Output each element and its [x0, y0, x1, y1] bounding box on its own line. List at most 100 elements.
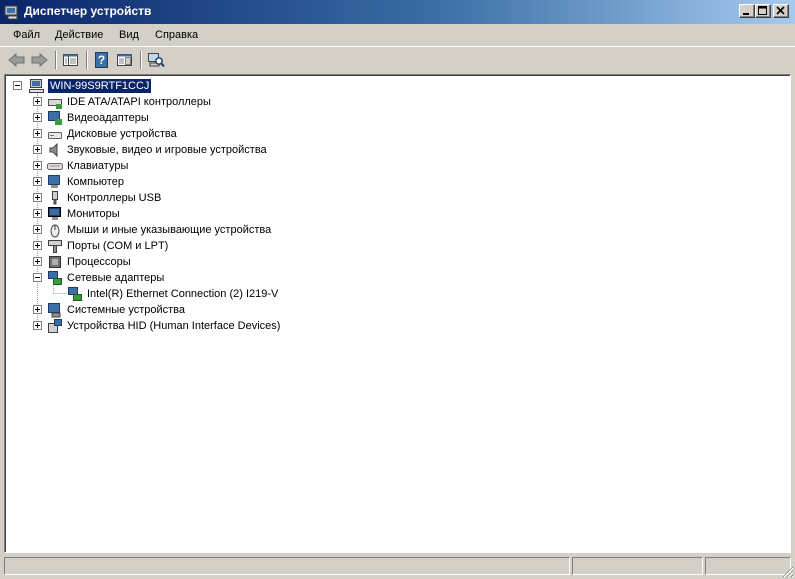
device-manager-app-icon [4, 4, 20, 20]
status-panel-2 [572, 557, 703, 575]
category-label: Звуковые, видео и игровые устройства [67, 144, 267, 156]
menu-action[interactable]: Действие [55, 29, 103, 41]
tree-category-node[interactable]: Контроллеры USB [32, 190, 332, 206]
plus-box-icon [33, 209, 42, 218]
tree-category-node[interactable]: Порты (COM и LPT) [32, 238, 332, 254]
minimize-button[interactable] [739, 4, 755, 18]
status-panel-3 [705, 557, 791, 575]
plus-box-icon [33, 129, 42, 138]
properties-button[interactable] [114, 50, 136, 70]
speaker-icon [47, 142, 63, 158]
category-label: Процессоры [67, 256, 131, 268]
tree-category-node[interactable]: Мониторы [32, 206, 332, 222]
category-label: Мониторы [67, 208, 120, 220]
plus-box-icon [33, 257, 42, 266]
category-label: Дисковые устройства [67, 128, 177, 140]
expand-toggle[interactable] [33, 145, 42, 157]
expand-toggle[interactable] [33, 209, 42, 221]
tree-category-node[interactable]: Мыши и иные указывающие устройства [32, 222, 332, 238]
category-label: Системные устройства [67, 304, 186, 316]
category-label: Сетевые адаптеры [67, 272, 165, 284]
category-label: Устройства HID (Human Interface Devices) [67, 320, 281, 332]
computer-root-icon [29, 78, 45, 94]
tree-category-node[interactable]: Дисковые устройства [32, 126, 332, 142]
tree-category-node[interactable]: Системные устройства [32, 302, 332, 318]
minus-box-icon [13, 81, 22, 90]
expand-toggle[interactable] [33, 273, 42, 285]
menu-view[interactable]: Вид [119, 29, 139, 41]
toolbar-separator [140, 51, 142, 69]
forward-button[interactable] [28, 50, 50, 70]
expand-toggle[interactable] [33, 113, 42, 125]
category-label: Компьютер [67, 176, 124, 188]
plus-box-icon [33, 113, 42, 122]
category-label: Мыши и иные указывающие устройства [67, 224, 272, 236]
help-icon: ? [95, 52, 108, 68]
expand-toggle[interactable] [33, 241, 42, 253]
category-label: IDE ATA/ATAPI контроллеры [67, 96, 211, 108]
display-adapter-icon [47, 110, 63, 126]
expand-toggle[interactable] [33, 257, 42, 269]
tree-category-node[interactable]: Устройства HID (Human Interface Devices) [32, 318, 332, 334]
plus-box-icon [33, 321, 42, 330]
plus-box-icon [33, 145, 42, 154]
plus-box-icon [33, 177, 42, 186]
plus-box-icon [33, 305, 42, 314]
expand-toggle[interactable] [33, 321, 42, 333]
window-title: Диспетчер устройств [24, 4, 152, 18]
menu-bar: Файл Действие Вид Справка [0, 24, 795, 46]
plus-box-icon [33, 97, 42, 106]
toolbar-separator [86, 51, 88, 69]
properties-icon [117, 54, 132, 66]
tree-category-node[interactable]: Компьютер [32, 174, 332, 190]
tree-category-node[interactable]: Видеоадаптеры [32, 110, 332, 126]
tree-category-node[interactable]: Сетевые адаптеры [32, 270, 332, 286]
tree-device-node[interactable]: Intel(R) Ethernet Connection (2) I219-V [67, 286, 367, 302]
tree-category-node[interactable]: IDE ATA/ATAPI контроллеры [32, 94, 332, 110]
show-hide-tree-icon [63, 54, 78, 66]
tree-category-node[interactable]: Звуковые, видео и игровые устройства [32, 142, 332, 158]
plus-box-icon [33, 241, 42, 250]
collapse-toggle[interactable] [13, 81, 22, 93]
category-label: Видеоадаптеры [67, 112, 149, 124]
resize-grip-icon[interactable] [782, 566, 794, 578]
close-button[interactable] [773, 4, 789, 18]
expand-toggle[interactable] [33, 193, 42, 205]
port-icon [47, 238, 63, 254]
monitor-icon [47, 206, 63, 222]
expand-toggle[interactable] [33, 225, 42, 237]
device-label: Intel(R) Ethernet Connection (2) I219-V [87, 288, 279, 300]
title-bar[interactable]: Диспетчер устройств [0, 0, 795, 24]
category-label: Порты (COM и LPT) [67, 240, 169, 252]
expand-toggle[interactable] [33, 161, 42, 173]
tree-category-node[interactable]: Процессоры [32, 254, 332, 270]
device-tree[interactable]: WIN-99S9RTF1CCJ IDE ATA/ATAPI контроллер… [4, 74, 791, 553]
scan-hardware-button[interactable] [145, 50, 167, 70]
svg-text:?: ? [98, 53, 105, 67]
network-adapter-icon [47, 270, 63, 286]
show-hide-tree-button[interactable] [60, 50, 82, 70]
category-label: Контроллеры USB [67, 192, 162, 204]
menu-help[interactable]: Справка [155, 29, 198, 41]
minus-box-icon [33, 273, 42, 282]
menu-file[interactable]: Файл [13, 29, 40, 41]
category-label: Клавиатуры [67, 160, 129, 172]
expand-toggle[interactable] [33, 129, 42, 141]
processor-icon [47, 254, 63, 270]
back-button[interactable] [6, 50, 28, 70]
status-panel-main [4, 557, 570, 575]
help-button[interactable]: ? [91, 50, 113, 70]
tree-category-node[interactable]: Клавиатуры [32, 158, 332, 174]
minimize-icon [743, 13, 749, 15]
tree-root-node[interactable]: WIN-99S9RTF1CCJ [11, 78, 161, 94]
maximize-icon [758, 6, 767, 15]
computer-icon [47, 174, 63, 190]
expand-toggle[interactable] [33, 305, 42, 317]
scan-hardware-icon [148, 53, 165, 68]
plus-box-icon [33, 193, 42, 202]
expand-toggle[interactable] [33, 177, 42, 189]
maximize-button[interactable] [755, 4, 771, 18]
toolbar-separator [55, 51, 57, 69]
expand-toggle[interactable] [33, 97, 42, 109]
keyboard-icon [47, 158, 63, 174]
